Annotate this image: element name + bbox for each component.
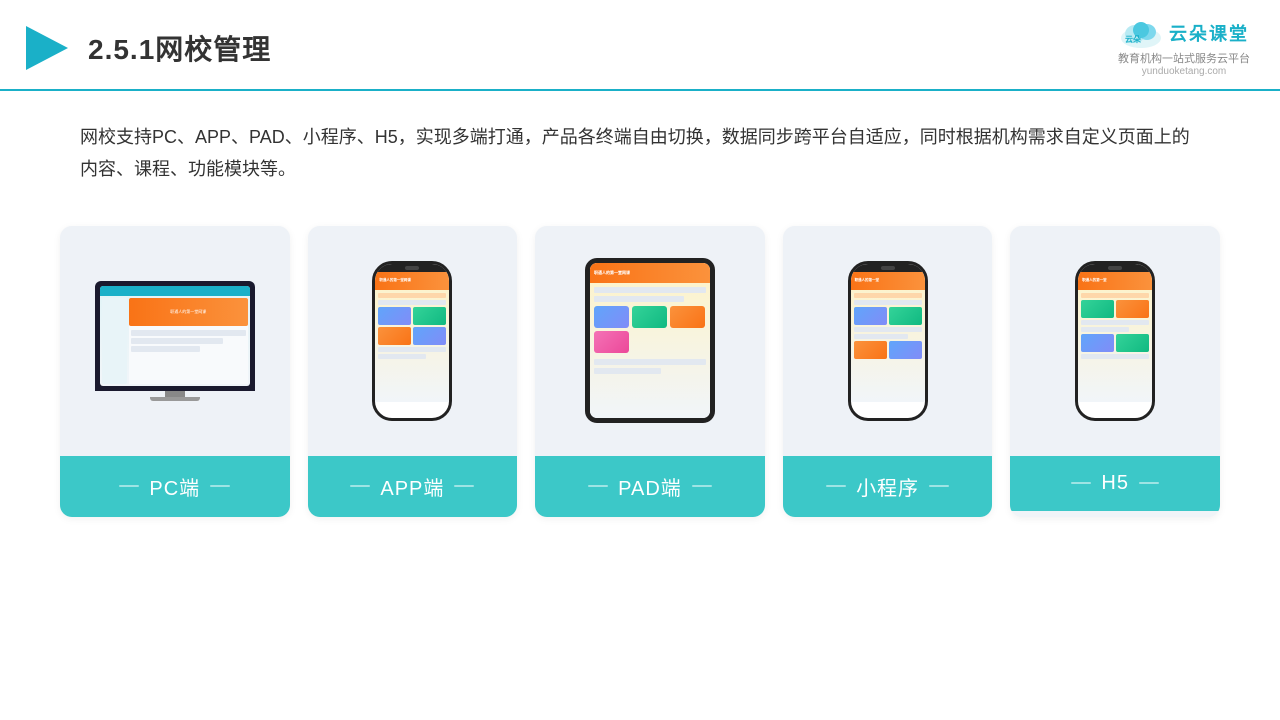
- card-h5: 职通人的第一堂: [1010, 226, 1220, 517]
- header-left: 2.5.1网校管理: [20, 22, 271, 74]
- h5-phone-mockup: 职通人的第一堂: [1075, 261, 1155, 421]
- logo-text: 云朵课堂: [1169, 20, 1249, 46]
- play-icon: [20, 22, 72, 74]
- page-title: 2.5.1网校管理: [88, 28, 271, 68]
- cloud-icon: 云朵: [1119, 18, 1163, 48]
- svg-text:云朵: 云朵: [1125, 34, 1141, 44]
- label-line-left: [588, 485, 608, 487]
- card-app-label: APP端: [308, 456, 518, 517]
- cards-container: 职通人的第一堂网课: [0, 196, 1280, 547]
- pad-mockup: 职通人的第一堂网课: [585, 258, 715, 423]
- app-phone-mockup: 职通人的第一堂网课: [372, 261, 452, 421]
- label-line-right: [454, 485, 474, 487]
- card-miniapp-image: 职通人的第一堂: [783, 226, 993, 456]
- label-line-right: [692, 485, 712, 487]
- header: 2.5.1网校管理 云朵 云朵课堂 教育机构一站式服务云平台 yunduoket…: [0, 0, 1280, 91]
- logo-area: 云朵 云朵课堂 教育机构一站式服务云平台 yunduoketang.com: [1118, 18, 1250, 77]
- card-pad-image: 职通人的第一堂网课: [535, 226, 765, 456]
- label-line-right: [929, 485, 949, 487]
- card-pad-label: PAD端: [535, 456, 765, 517]
- card-app: 职通人的第一堂网课: [308, 226, 518, 517]
- card-h5-image: 职通人的第一堂: [1010, 226, 1220, 456]
- card-pad: 职通人的第一堂网课: [535, 226, 765, 517]
- description-text: 网校支持PC、APP、PAD、小程序、H5，实现多端打通，产品各终端自由切换，数…: [0, 91, 1280, 196]
- label-line-right: [1139, 482, 1159, 484]
- miniapp-phone-mockup: 职通人的第一堂: [848, 261, 928, 421]
- card-miniapp: 职通人的第一堂: [783, 226, 993, 517]
- card-h5-label: H5: [1010, 456, 1220, 511]
- pc-mockup: 职通人的第一堂网课: [95, 281, 255, 401]
- label-line-left: [826, 485, 846, 487]
- label-line-left: [1071, 482, 1091, 484]
- logo-sub: 教育机构一站式服务云平台: [1118, 50, 1250, 66]
- label-line-left: [350, 485, 370, 487]
- label-line-left: [119, 485, 139, 487]
- card-pc-image: 职通人的第一堂网课: [60, 226, 290, 456]
- card-app-image: 职通人的第一堂网课: [308, 226, 518, 456]
- card-pc-label: PC端: [60, 456, 290, 517]
- label-line-right: [210, 485, 230, 487]
- logo-cloud: 云朵 云朵课堂: [1119, 18, 1249, 48]
- card-pc: 职通人的第一堂网课: [60, 226, 290, 517]
- card-miniapp-label: 小程序: [783, 456, 993, 517]
- logo-url: yunduoketang.com: [1142, 66, 1227, 77]
